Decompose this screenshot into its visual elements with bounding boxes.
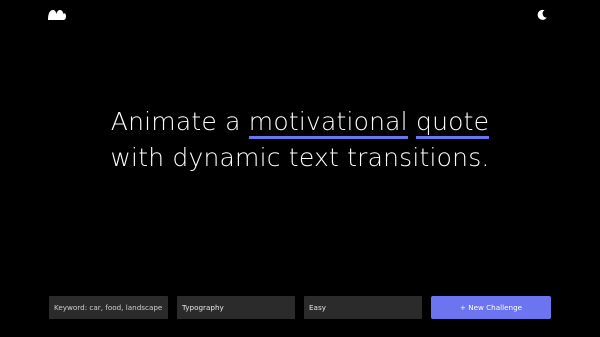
page: Animate a motivational quote with dynami… <box>0 0 600 337</box>
difficulty-select[interactable]: Easy <box>304 296 422 319</box>
new-challenge-button[interactable]: + New Challenge <box>431 296 551 319</box>
highlighted-keyword-motivational: motivational <box>248 108 408 139</box>
difficulty-select-value: Easy <box>309 303 326 312</box>
category-select[interactable]: Typography <box>177 296 295 319</box>
headline-text-part1: Animate a <box>110 107 249 136</box>
challenge-headline: Animate a motivational quote with dynami… <box>100 104 500 176</box>
highlighted-keyword-quote: quote <box>416 108 490 139</box>
headline-text-part3: with dynamic text transitions. <box>110 143 490 172</box>
moon-icon[interactable] <box>535 8 549 22</box>
keyword-input[interactable] <box>49 296 168 319</box>
category-select-value: Typography <box>182 303 224 312</box>
headline-text-part2 <box>408 107 416 136</box>
challenge-controls: Typography Easy + New Challenge <box>49 296 551 319</box>
blob-logo-icon[interactable] <box>47 9 67 21</box>
